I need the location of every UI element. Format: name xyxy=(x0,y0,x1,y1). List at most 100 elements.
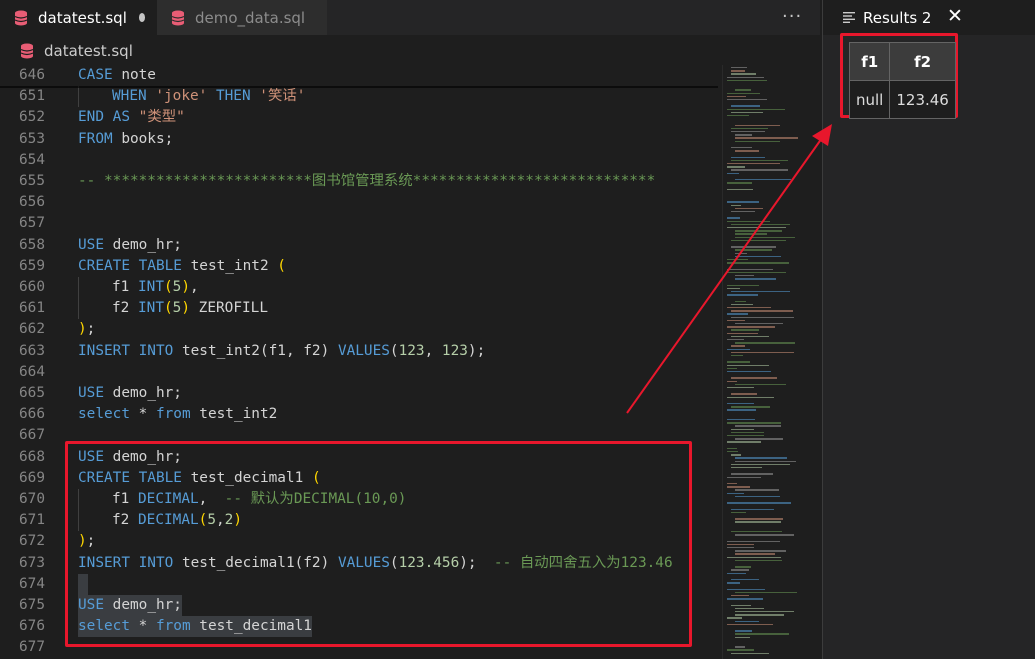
minimap-line xyxy=(727,572,746,574)
minimap-line xyxy=(735,495,780,498)
ellipsis-icon[interactable]: ··· xyxy=(782,6,802,27)
code-token: books; xyxy=(112,130,174,147)
minimap-line xyxy=(735,383,786,386)
line-number: 661 xyxy=(19,300,45,317)
minimap-line xyxy=(735,636,750,638)
code-token: select xyxy=(78,406,130,423)
minimap-line xyxy=(727,115,749,117)
minimap-line xyxy=(727,220,770,222)
minimap-line xyxy=(735,633,789,635)
minimap-line xyxy=(735,236,795,238)
code-line[interactable]: 658 USE demo_hr; xyxy=(0,235,718,256)
minimap-line xyxy=(727,540,780,542)
minimap-line xyxy=(731,70,745,72)
code-line[interactable]: 660 f1 INT(5), xyxy=(0,277,718,298)
minimap-line xyxy=(727,227,786,229)
code-token: ( xyxy=(164,300,173,317)
column-header-f1[interactable]: f1 xyxy=(848,42,891,81)
code-token: INT xyxy=(138,279,164,295)
code-token: "类型" xyxy=(138,109,185,126)
minimap-line xyxy=(727,543,754,546)
sticky-scroll-shadow xyxy=(0,86,718,88)
minimap-line xyxy=(731,652,769,654)
minimap-line xyxy=(727,556,781,558)
minimap-line xyxy=(727,313,748,315)
minimap-line xyxy=(727,396,774,398)
minimap-line xyxy=(727,332,758,334)
close-icon[interactable]: ✕ xyxy=(947,5,963,27)
minimap-line xyxy=(735,124,780,126)
code-line[interactable]: 653 FROM books; xyxy=(0,129,718,150)
code-token: test_int2 xyxy=(190,406,278,423)
code-token: THEN xyxy=(207,88,260,105)
minimap-line xyxy=(727,339,744,341)
minimap-line xyxy=(727,262,789,264)
line-number: 667 xyxy=(19,427,45,444)
code-line[interactable]: 666 select * from test_int2 xyxy=(0,404,718,425)
minimap-line xyxy=(735,614,784,616)
minimap-line xyxy=(727,371,771,373)
column-header-f2[interactable]: f2 xyxy=(889,42,956,81)
code-line[interactable]: 646 CASE note xyxy=(0,65,718,86)
vertical-scrollbar[interactable] xyxy=(806,65,820,659)
database-icon xyxy=(171,10,185,26)
cell-f2[interactable]: 123.46 xyxy=(889,80,956,119)
code-line[interactable]: 656 xyxy=(0,192,718,213)
result-grid[interactable]: f1 f2 null 123.46 xyxy=(848,42,956,119)
tab-label: datatest.sql xyxy=(38,8,127,27)
indent-guide xyxy=(78,298,112,320)
code-line[interactable]: 657 xyxy=(0,213,718,234)
code-line[interactable]: 665 USE demo_hr; xyxy=(0,383,718,404)
minimap-line xyxy=(735,521,781,523)
code-line[interactable]: 654 xyxy=(0,150,718,171)
line-number: 656 xyxy=(19,194,45,211)
minimap[interactable] xyxy=(722,65,806,659)
minimap-line xyxy=(731,159,788,162)
minimap-line xyxy=(727,649,754,651)
code-token: ) xyxy=(181,279,191,295)
code-line[interactable]: 652 END AS "类型" xyxy=(0,107,718,128)
minimap-line xyxy=(735,566,751,568)
minimap-line xyxy=(735,137,798,139)
line-number: 677 xyxy=(19,639,45,656)
minimap-line xyxy=(735,630,752,632)
code-line[interactable]: 664 xyxy=(0,362,718,383)
minimap-line xyxy=(727,486,750,488)
line-source: INSERT INTO test_int2(f1, f2) VALUES(123… xyxy=(78,341,485,362)
cell-f1[interactable]: null xyxy=(848,80,891,119)
minimap-line xyxy=(727,166,745,168)
code-line[interactable]: 651 WHEN 'joke' THEN '笑话' xyxy=(0,86,718,108)
tab-bar: datatest.sql demo_data.sql ··· xyxy=(0,0,820,35)
line-number: 652 xyxy=(19,109,45,126)
minimap-line xyxy=(731,406,770,408)
tab-datatest-sql[interactable]: datatest.sql xyxy=(0,0,157,35)
minimap-line xyxy=(731,569,749,571)
tab-demo-data-sql[interactable]: demo_data.sql xyxy=(157,0,327,35)
code-token: CASE xyxy=(78,67,113,83)
minimap-line xyxy=(731,291,790,293)
minimap-line xyxy=(727,441,761,443)
minimap-line xyxy=(731,508,774,510)
minimap-line xyxy=(731,310,793,312)
code-token: * xyxy=(129,406,156,423)
indent-guide xyxy=(78,86,112,108)
code-token: test_int2 xyxy=(181,257,278,274)
minimap-line xyxy=(731,239,786,242)
minimap-line xyxy=(735,233,767,235)
modified-dot-icon[interactable] xyxy=(138,13,145,22)
line-number: 668 xyxy=(19,448,45,465)
code-line[interactable]: 661 f2 INT(5) ZEROFILL xyxy=(0,298,718,320)
code-token: ( xyxy=(389,342,399,359)
minimap-line xyxy=(735,140,780,142)
minimap-line xyxy=(735,89,751,91)
minimap-line xyxy=(731,204,741,206)
minimap-line xyxy=(727,92,760,94)
code-line[interactable]: 662); xyxy=(0,319,718,340)
code-line[interactable]: 663 INSERT INTO test_int2(f1, f2) VALUES(… xyxy=(0,341,718,362)
code-line[interactable]: 659 CREATE TABLE test_int2 ( xyxy=(0,256,718,277)
breadcrumb[interactable]: datatest.sql xyxy=(0,35,820,67)
code-line[interactable]: 655 -- ************************图书馆管理系统***… xyxy=(0,171,718,192)
code-token: -- ************************图书馆管理系统******… xyxy=(78,173,656,189)
line-source: CASE note xyxy=(78,65,156,86)
minimap-line xyxy=(727,326,775,328)
